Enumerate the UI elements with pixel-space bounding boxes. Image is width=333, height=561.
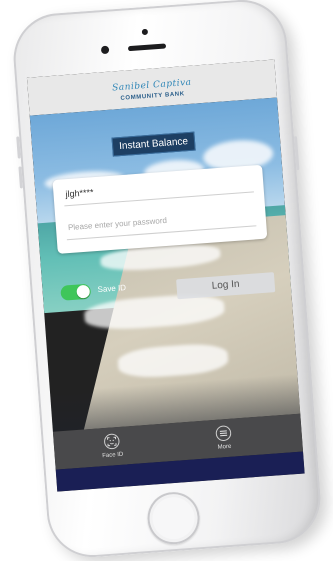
app-screen: Sanibel Captiva COMMUNITY BANK Instant B… [26, 59, 305, 492]
save-id-toggle[interactable] [60, 283, 92, 301]
tab-label: Face ID [102, 451, 124, 460]
beach-background: Instant Balance jlgh**** Please enter yo… [29, 97, 301, 432]
username-field[interactable]: jlgh**** [65, 187, 94, 199]
tab-more[interactable]: More [193, 423, 255, 452]
volume-button [18, 166, 24, 189]
earpiece-speaker [127, 43, 167, 52]
tab-face-id[interactable]: Face ID [81, 431, 143, 460]
front-camera [100, 45, 110, 55]
phone-device: Sanibel Captiva COMMUNITY BANK Instant B… [10, 0, 324, 561]
proximity-sensor [141, 28, 149, 36]
power-button [293, 136, 300, 171]
login-card: jlgh**** Please enter your password [52, 164, 268, 254]
home-button[interactable] [145, 490, 202, 546]
face-id-icon [103, 433, 120, 450]
menu-icon [215, 425, 232, 442]
volume-button [16, 136, 21, 159]
tab-label: More [217, 443, 232, 451]
toggle-knob [76, 284, 91, 299]
password-field[interactable]: Please enter your password [68, 216, 168, 232]
